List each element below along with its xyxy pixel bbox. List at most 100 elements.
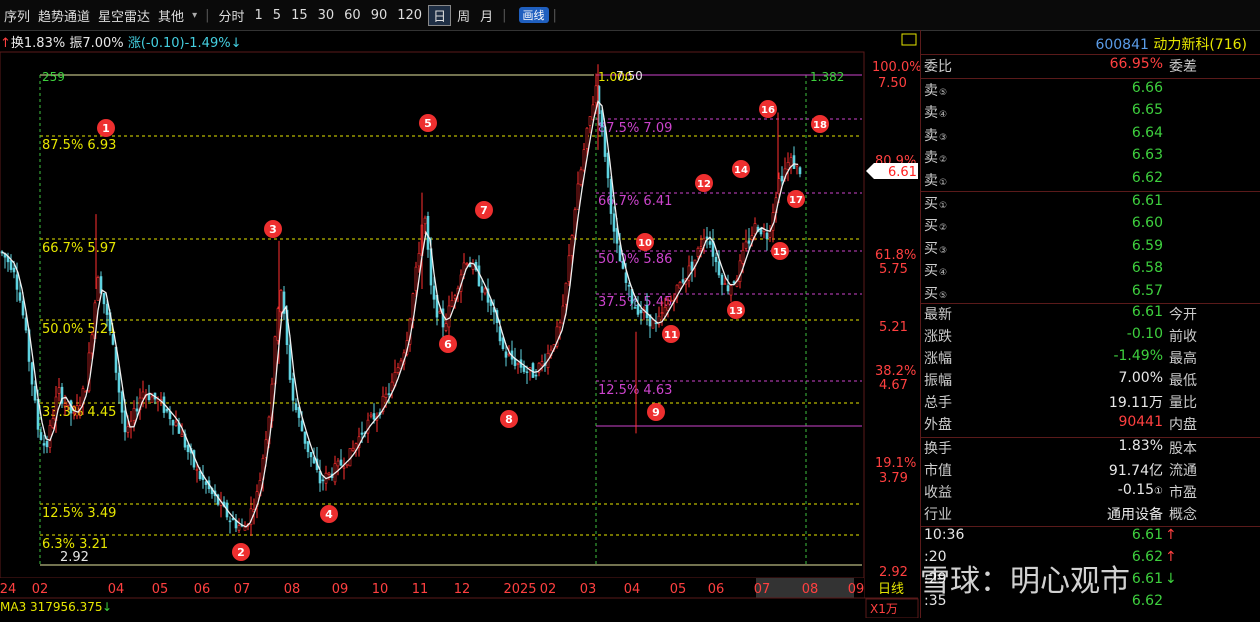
candle-body [447,305,451,328]
timeframe-tab[interactable]: 分时 [214,6,248,25]
candle-body [726,285,730,292]
candle-body [360,432,364,435]
bid-row-label: 买② [924,218,948,235]
candle-body [39,432,43,440]
candle-body [18,292,22,301]
toolbar-item-trend-channel[interactable]: 趋势通道 [34,6,94,25]
wave-marker-label: 15 [773,247,787,258]
wave-marker-label: 8 [505,413,513,426]
up-arrow-icon: ↑ [0,36,11,51]
stock-header: 600841 动力新科(716) [921,34,1260,56]
stat2-row-value: 1.83% [1118,438,1163,454]
down-arrow-icon: ↓ [1165,571,1177,587]
bid-row-value: 6.59 [1131,237,1163,254]
timeframe-tab[interactable]: 120 [393,8,426,23]
candle-body [579,169,583,185]
toolbar-item-sequence[interactable]: 序列 [0,6,34,25]
candle-body [198,471,202,479]
candle-body [798,167,802,175]
candle-body [531,363,535,378]
toolbar-item-other[interactable]: 其他 [154,6,188,25]
candle-body [51,418,55,428]
stat-row-right-label: 最高 [1169,351,1197,367]
ask-row-value: 6.66 [1131,80,1163,96]
date-tick-label: 04 [108,582,125,597]
timeframe-tab[interactable]: 15 [287,8,312,23]
candle-body [540,361,544,366]
timeframe-tab[interactable]: 30 [314,8,339,23]
date-tick-label: 10 [372,582,389,597]
kline-chart-canvas[interactable]: 259 87.5% 6.93 66.7% 5.97 50.0% 5.21 33.… [0,0,922,619]
date-tick-label: 03 [580,582,597,597]
candle-body [660,312,664,314]
timeframe-tab[interactable]: 1 [251,8,267,23]
level-badge: ④ [939,110,948,121]
candle-body [633,307,637,309]
expand-icon[interactable] [901,33,917,46]
level-badge: ① [939,201,948,211]
amplitude-info: 振7.00% [69,36,124,51]
draw-line-button[interactable]: 画线 [518,7,549,23]
candle-body [753,223,757,235]
candle-body [291,378,295,401]
bid-row-value: 6.61 [1131,193,1163,209]
panel-divider [921,191,1260,192]
ask-row-label: 卖④ [924,105,948,122]
timeframe-tab[interactable]: 5 [269,8,285,23]
candle-body [228,520,232,523]
date-tick-label: 07 [754,582,771,597]
candle-body [57,387,61,394]
date-tick-label: 04 [624,582,641,597]
kline-chart[interactable]: 259 87.5% 6.93 66.7% 5.97 50.0% 5.21 33.… [0,0,922,619]
wave-marker-label: 4 [325,508,333,521]
stat2-row: 行业 通用设备 概念 [921,504,1260,526]
toolbar-item-radar[interactable]: 星空雷达 [94,6,154,25]
candle-body [339,459,343,466]
fib-label-87: 87.5% 6.93 [42,138,116,153]
date-tick-label: 05 [670,582,687,597]
stat-row: 振幅 7.00% 最低 [921,370,1260,392]
candle-body [105,303,109,315]
stat-row-value: 90441 [1118,414,1163,430]
candle-body [570,235,574,256]
candle-body [645,305,649,319]
timeframe-tab-active[interactable]: 日 [428,4,452,26]
timeframe-tab[interactable]: 周 [453,6,474,25]
wave-marker-label: 18 [813,120,827,131]
stat-row-right-label: 内盘 [1169,417,1197,433]
up-arrow-icon: ↑ [1165,549,1177,565]
candle-body [789,157,793,167]
candle-body [738,260,742,283]
tick-row: 10:36 6.61 ↑ [921,527,1260,549]
period-label[interactable]: 日线 [878,582,904,597]
candle-body [717,261,721,276]
pct-tick-19: 19.1% [875,456,916,471]
candle-body [300,420,304,432]
candle-body [708,241,712,245]
candle-body [516,363,520,365]
stat2-row-right-label: 概念 [1169,507,1197,523]
candle-body [741,249,745,264]
watermark-text: 雪球：明心观市 [920,564,1130,599]
top-count-label: 259 [42,70,65,84]
candle-body [585,127,589,149]
stock-code: 600841 [1095,37,1149,53]
fib2-label-87: 87.5% 7.09 [598,121,672,136]
bid-row-value: 6.58 [1131,260,1163,277]
date-tick-label: 05 [152,582,169,597]
candle-body [699,246,703,249]
chevron-down-icon[interactable]: ▾ [188,10,201,21]
chart-toolbar: 序列 趋势通道 星空雷达 其他 ▾ | 分时 1 5 15 30 60 90 1… [0,0,1260,31]
volume-unit[interactable]: X1万 [870,602,898,616]
bid-row: 买① 6.61 [921,193,1260,215]
timeframe-tab[interactable]: 60 [340,8,365,23]
timeframe-tab[interactable]: 90 [367,8,392,23]
candle-body [651,319,655,329]
candle-body [639,310,643,314]
level-badge: ② [939,223,948,234]
stat2-row-value: 通用设备 [1107,507,1163,523]
candle-body [666,303,670,311]
timeframe-tab[interactable]: 月 [476,6,497,25]
level-badge: ⑤ [939,290,948,301]
candle-body [9,260,13,270]
